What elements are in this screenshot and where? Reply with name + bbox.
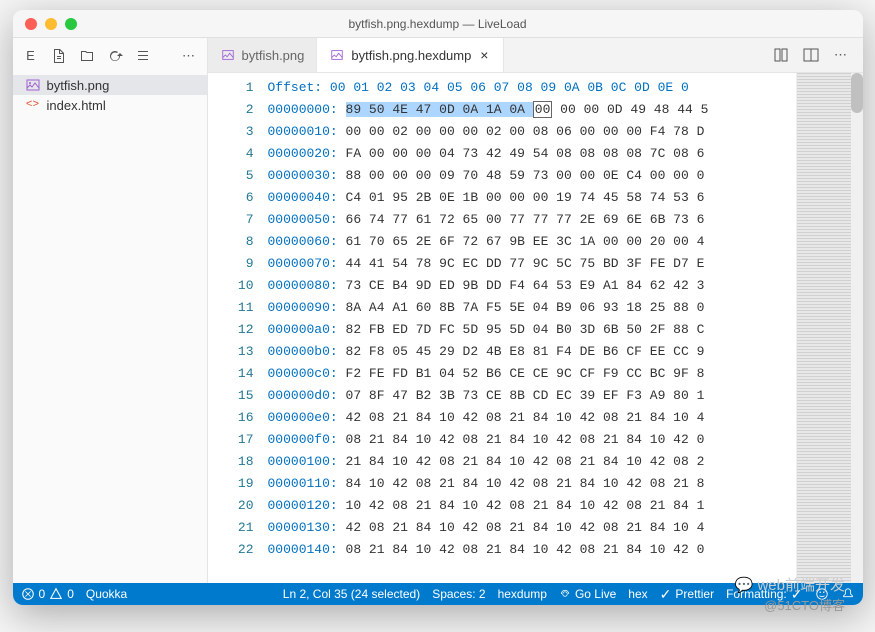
refresh-icon[interactable]: [105, 46, 125, 66]
line-gutter: 12345678910111213141516171819202122: [208, 73, 268, 583]
tabs-actions: ⋯: [759, 38, 863, 72]
file-icon: [329, 47, 345, 63]
status-spaces[interactable]: Spaces: 2: [432, 587, 485, 601]
collapse-icon[interactable]: [133, 46, 153, 66]
status-mode[interactable]: hex: [628, 587, 647, 601]
editor-tab[interactable]: bytfish.png: [208, 38, 318, 72]
hex-row[interactable]: 000000e0: 42 08 21 84 10 42 08 21 84 10 …: [268, 407, 796, 429]
status-golive[interactable]: Go Live: [559, 587, 616, 601]
tabs-bar: bytfish.pngbytfish.png.hexdump× ⋯: [208, 38, 863, 73]
compare-icon[interactable]: [771, 45, 791, 65]
status-lang[interactable]: hexdump: [498, 587, 547, 601]
status-problems[interactable]: 0 0: [21, 587, 74, 601]
file-label: index.html: [47, 98, 106, 113]
hex-row[interactable]: 00000140: 08 21 84 10 42 08 21 84 10 42 …: [268, 539, 796, 561]
editor-area: bytfish.pngbytfish.png.hexdump× ⋯ 123456…: [208, 38, 863, 583]
status-cursor[interactable]: Ln 2, Col 35 (24 selected): [283, 587, 420, 601]
hex-row[interactable]: 000000d0: 07 8F 47 B2 3B 73 CE 8B CD EC …: [268, 385, 796, 407]
hex-row[interactable]: 000000c0: F2 FE FD B1 04 52 B6 CE CE 9C …: [268, 363, 796, 385]
file-item[interactable]: bytfish.png: [13, 75, 207, 95]
new-file-icon[interactable]: [49, 46, 69, 66]
hex-row[interactable]: 00000080: 73 CE B4 9D ED 9B DD F4 64 53 …: [268, 275, 796, 297]
hex-row[interactable]: 00000100: 21 84 10 42 08 21 84 10 42 08 …: [268, 451, 796, 473]
editor-tab[interactable]: bytfish.png.hexdump×: [317, 38, 504, 72]
minimize-icon[interactable]: [45, 18, 57, 30]
sidebar-toolbar: E ⋯: [13, 38, 207, 73]
html-icon: <>: [25, 97, 41, 113]
hex-row[interactable]: 00000020: FA 00 00 00 04 73 42 49 54 08 …: [268, 143, 796, 165]
status-feedback-icon[interactable]: [815, 587, 829, 601]
hex-row[interactable]: 00000000: 89 50 4E 47 0D 0A 1A 0A 00 00 …: [268, 99, 796, 121]
vscode-window: bytfish.png.hexdump — LiveLoad E ⋯: [13, 10, 863, 605]
maximize-icon[interactable]: [65, 18, 77, 30]
status-prettier[interactable]: ✓Prettier: [660, 586, 714, 603]
explorer-label-icon: E: [21, 46, 41, 66]
hex-row[interactable]: 00000130: 42 08 21 84 10 42 08 21 84 10 …: [268, 517, 796, 539]
hex-row[interactable]: 000000f0: 08 21 84 10 42 08 21 84 10 42 …: [268, 429, 796, 451]
traffic-lights: [25, 18, 77, 30]
image-icon: [220, 47, 236, 63]
new-folder-icon[interactable]: [77, 46, 97, 66]
explorer-sidebar: E ⋯ bytfish.png <> index.html: [13, 38, 208, 583]
scroll-thumb[interactable]: [851, 73, 863, 113]
status-bell-icon[interactable]: [841, 587, 855, 601]
hex-row[interactable]: 00000030: 88 00 00 00 09 70 48 59 73 00 …: [268, 165, 796, 187]
status-bar: 0 0 Quokka Ln 2, Col 35 (24 selected) Sp…: [13, 583, 863, 605]
minimap[interactable]: [796, 73, 851, 583]
close-icon[interactable]: ×: [477, 48, 491, 62]
hex-row[interactable]: 00000090: 8A A4 A1 60 8B 7A F5 5E 04 B9 …: [268, 297, 796, 319]
window-title: bytfish.png.hexdump — LiveLoad: [348, 17, 526, 31]
hex-row[interactable]: 00000120: 10 42 08 21 84 10 42 08 21 84 …: [268, 495, 796, 517]
split-icon[interactable]: [801, 45, 821, 65]
vertical-scrollbar[interactable]: [851, 73, 863, 583]
close-icon[interactable]: [25, 18, 37, 30]
hex-row[interactable]: 00000040: C4 01 95 2B 0E 1B 00 00 00 19 …: [268, 187, 796, 209]
hex-row[interactable]: 00000010: 00 00 02 00 00 00 02 00 08 06 …: [268, 121, 796, 143]
hex-row[interactable]: 000000b0: 82 F8 05 45 29 D2 4B E8 81 F4 …: [268, 341, 796, 363]
file-label: bytfish.png: [47, 78, 110, 93]
hex-content[interactable]: Offset: 00 01 02 03 04 05 06 07 08 09 0A…: [268, 73, 796, 583]
file-list: bytfish.png <> index.html: [13, 73, 207, 583]
hex-row[interactable]: 00000070: 44 41 54 78 9C EC DD 77 9C 5C …: [268, 253, 796, 275]
hex-row[interactable]: 00000060: 61 70 65 2E 6F 72 67 9B EE 3C …: [268, 231, 796, 253]
hex-row[interactable]: 000000a0: 82 FB ED 7D FC 5D 95 5D 04 B0 …: [268, 319, 796, 341]
tab-more-icon[interactable]: ⋯: [831, 45, 851, 65]
hex-row[interactable]: 00000050: 66 74 77 61 72 65 00 77 77 77 …: [268, 209, 796, 231]
titlebar[interactable]: bytfish.png.hexdump — LiveLoad: [13, 10, 863, 38]
status-formatting[interactable]: Formatting:✓: [726, 586, 802, 603]
file-item[interactable]: <> index.html: [13, 95, 207, 115]
hex-row[interactable]: 00000110: 84 10 42 08 21 84 10 42 08 21 …: [268, 473, 796, 495]
image-icon: [25, 77, 41, 93]
main-area: E ⋯ bytfish.png <> index.html: [13, 38, 863, 583]
status-quokka[interactable]: Quokka: [86, 587, 127, 601]
hex-editor[interactable]: 12345678910111213141516171819202122 Offs…: [208, 73, 863, 583]
more-icon[interactable]: ⋯: [179, 46, 199, 66]
